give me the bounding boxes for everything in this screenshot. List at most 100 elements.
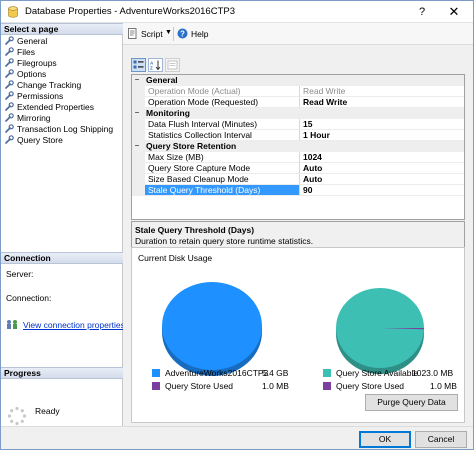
property-row[interactable]: Stale Query Threshold (Days) 90	[132, 185, 464, 196]
connection-properties-icon	[7, 320, 17, 329]
property-row[interactable]: Query Store Capture Mode Auto	[132, 163, 464, 174]
sidebar-item-change-tracking[interactable]: Change Tracking	[5, 80, 81, 91]
sidebar-item-general[interactable]: General	[5, 36, 47, 47]
sidebar-item-label: Extended Properties	[17, 102, 95, 112]
cancel-button[interactable]: Cancel	[415, 431, 467, 448]
categorized-view-button[interactable]	[131, 58, 146, 72]
legend-database-value: 5.4 GB	[262, 368, 289, 378]
legend-db-query-store-used-value: 1.0 MB	[262, 381, 289, 391]
property-value[interactable]: Auto	[300, 174, 464, 185]
property-name: Size Based Cleanup Mode	[145, 174, 300, 185]
wrench-icon	[5, 69, 14, 78]
legend-query-store-available-value: 1023.0 MB	[412, 368, 454, 378]
sidebar-item-label: Files	[17, 47, 35, 57]
script-dropdown-icon[interactable]: ▼	[165, 29, 172, 36]
collapse-icon[interactable]: −	[133, 76, 141, 84]
property-value[interactable]: 90	[300, 185, 464, 196]
sidebar-item-files[interactable]: Files	[5, 47, 35, 58]
sidebar-item-permissions[interactable]: Permissions	[5, 91, 63, 102]
database-app-icon	[8, 6, 18, 18]
alphabetical-view-button[interactable]: A Z	[148, 58, 163, 72]
property-row[interactable]: Data Flush Interval (Minutes) 15	[132, 119, 464, 130]
wrench-icon	[5, 102, 14, 111]
sidebar-item-filegroups[interactable]: Filegroups	[5, 58, 57, 69]
purge-query-data-button[interactable]: Purge Query Data	[365, 394, 458, 411]
description-body: Duration to retain query store runtime s…	[135, 236, 314, 246]
legend-database: AdventureWorks2016CTP3 5.4 GB	[152, 368, 292, 379]
ok-button[interactable]: OK	[359, 431, 411, 448]
dialog-button-bar: OK Cancel	[1, 426, 473, 449]
sidebar-item-mirroring[interactable]: Mirroring	[5, 113, 51, 124]
property-row[interactable]: Max Size (MB) 1024	[132, 152, 464, 163]
property-value[interactable]: 15	[300, 119, 464, 130]
legend-db-query-store-used-label: Query Store Used	[165, 381, 234, 391]
sidebar-item-label: Permissions	[17, 91, 64, 101]
sidebar-item-label: Mirroring	[17, 113, 51, 123]
row-gutter	[132, 97, 145, 108]
toolbar-separator	[173, 27, 174, 41]
sidebar-item-label: Filegroups	[17, 58, 57, 68]
property-row[interactable]: Operation Mode (Requested) Read Write	[132, 97, 464, 108]
category-general[interactable]: − General	[132, 75, 464, 86]
progress-status: Ready	[35, 406, 60, 416]
close-button[interactable]: ✕	[439, 1, 469, 23]
sidebar-item-options[interactable]: Options	[5, 69, 46, 80]
help-button[interactable]: ? Help	[177, 28, 208, 39]
property-row[interactable]: Size Based Cleanup Mode Auto	[132, 174, 464, 185]
property-name: Statistics Collection Interval	[145, 130, 300, 141]
query-store-disk-pie-chart	[336, 288, 424, 374]
property-value[interactable]: Auto	[300, 163, 464, 174]
legend-query-store-available-swatch	[323, 369, 331, 377]
database-disk-pie-chart	[162, 282, 262, 376]
property-value[interactable]: 1024	[300, 152, 464, 163]
sidebar-item-extended-properties[interactable]: Extended Properties	[5, 102, 94, 113]
row-gutter	[132, 119, 145, 130]
legend-qs-query-store-used-label: Query Store Used	[336, 381, 405, 391]
property-value[interactable]: Read Write	[300, 97, 464, 108]
legend-db-query-store-used-swatch	[152, 382, 160, 390]
svg-text:?: ?	[180, 29, 185, 38]
property-value[interactable]: Read Write	[300, 86, 464, 97]
wrench-icon	[5, 135, 14, 144]
title-bar: Database Properties - AdventureWorks2016…	[1, 1, 473, 23]
property-name: Query Store Capture Mode	[145, 163, 300, 174]
disk-usage-panel: Current Disk Usage AdventureWorks2016CTP…	[131, 247, 465, 423]
script-button[interactable]: Script	[127, 28, 163, 39]
property-name: Operation Mode (Requested)	[145, 97, 300, 108]
page-content: Script ▼ ? Help A Z − General Operation …	[123, 23, 473, 426]
view-connection-properties-link[interactable]: View connection properties	[23, 320, 125, 330]
category-monitoring[interactable]: − Monitoring	[132, 108, 464, 119]
sidebar-item-label: General	[17, 36, 48, 46]
description-title: Stale Query Threshold (Days)	[135, 225, 255, 235]
sidebar-item-label: Transaction Log Shipping	[17, 124, 114, 134]
sidebar-item-transaction-log-shipping[interactable]: Transaction Log Shipping	[5, 124, 113, 135]
property-name: Operation Mode (Actual)	[145, 86, 300, 97]
svg-text:Z: Z	[150, 66, 153, 71]
row-gutter	[132, 86, 145, 97]
wrench-icon	[5, 80, 14, 89]
category-query-store-retention[interactable]: − Query Store Retention	[132, 141, 464, 152]
legend-qs-query-store-used: Query Store Used 1.0 MB	[323, 381, 463, 392]
property-grid: − General Operation Mode (Actual) Read Writ…	[131, 74, 465, 220]
property-pages-button[interactable]	[165, 58, 180, 72]
property-row[interactable]: Operation Mode (Actual) Read Write	[132, 86, 464, 97]
sidebar-item-label: Options	[17, 69, 47, 79]
row-gutter	[132, 163, 145, 174]
server-label: Server:	[6, 269, 34, 279]
collapse-icon[interactable]: −	[133, 142, 141, 150]
sidebar-item-query-store[interactable]: Query Store	[5, 135, 63, 146]
property-pages-icon	[167, 60, 178, 70]
collapse-icon[interactable]: −	[133, 109, 141, 117]
property-value[interactable]: 1 Hour	[300, 130, 464, 141]
title-help-button[interactable]: ?	[407, 1, 437, 23]
row-gutter	[132, 174, 145, 185]
wrench-icon	[5, 47, 14, 56]
database-properties-window: Database Properties - AdventureWorks2016…	[0, 0, 474, 450]
help-icon: ?	[177, 28, 188, 39]
connection-header: Connection	[1, 252, 123, 264]
script-label: Script	[141, 28, 163, 39]
wrench-icon	[5, 91, 14, 100]
sidebar-item-label: Query Store	[17, 135, 63, 145]
property-row[interactable]: Statistics Collection Interval 1 Hour	[132, 130, 464, 141]
property-name: Data Flush Interval (Minutes)	[145, 119, 300, 130]
